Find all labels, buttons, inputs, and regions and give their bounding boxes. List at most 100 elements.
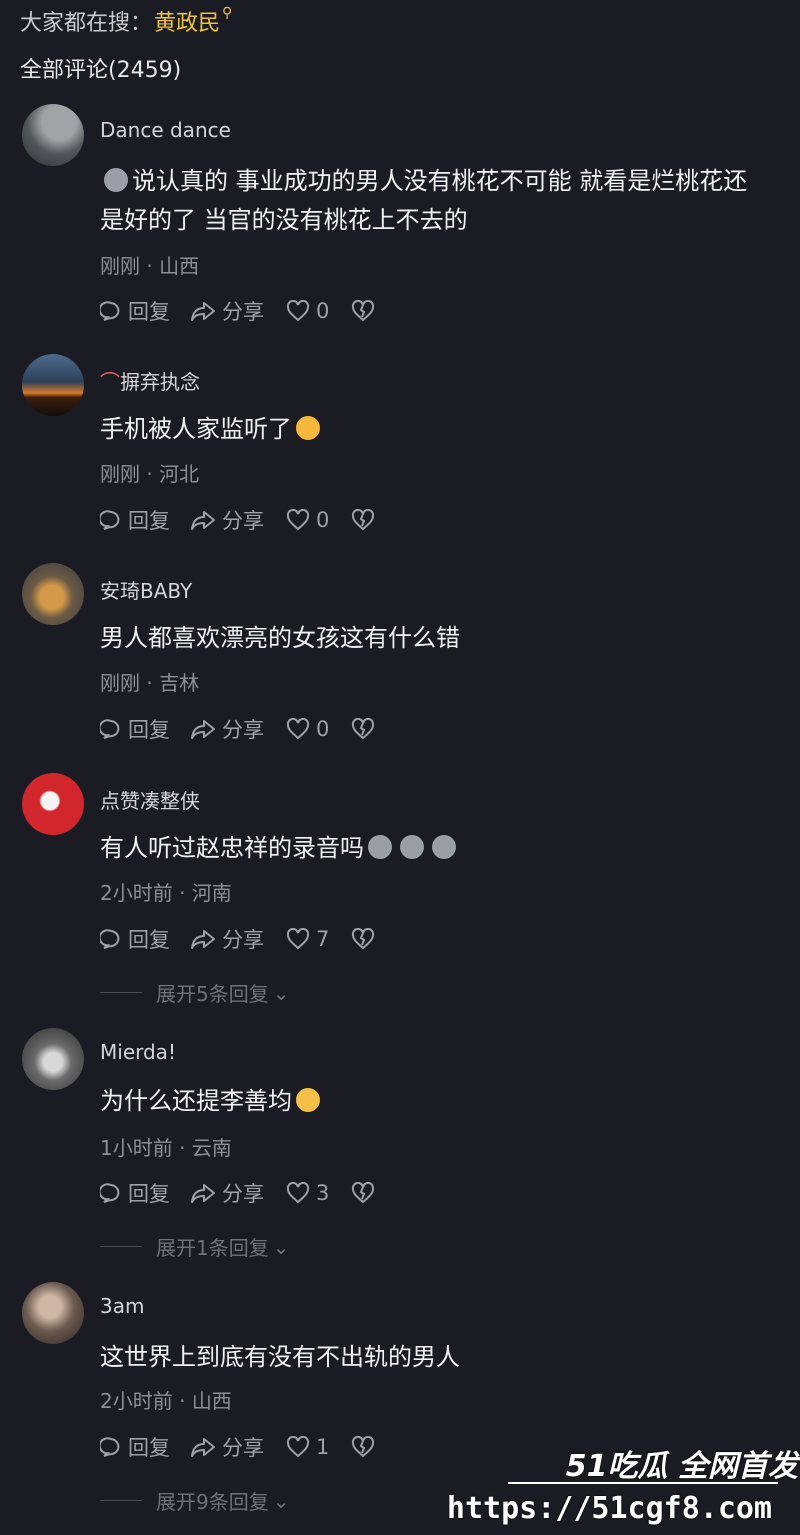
reply-button[interactable]: 回复 <box>100 714 170 744</box>
comment-text: 这世界上到底有没有不出轨的男人 <box>100 1343 460 1371</box>
share-label: 分享 <box>222 718 264 742</box>
expand-replies-button[interactable]: 展开5条回复 ⌄ <box>100 978 290 1007</box>
reply-button[interactable]: 回复 <box>100 1432 170 1462</box>
share-label: 分享 <box>222 928 264 952</box>
comment-actions: 回复 分享 0 <box>100 505 375 535</box>
comment-text: 手机被人家监听了 <box>100 410 800 448</box>
share-label: 分享 <box>222 300 264 324</box>
share-label: 分享 <box>222 509 264 533</box>
divider <box>100 1246 142 1247</box>
like-count: 0 <box>316 508 330 532</box>
dislike-button[interactable] <box>351 300 375 322</box>
comment-text-continued: 是好的了 当官的没有桃花上不去的 <box>100 206 468 234</box>
comment-time: 刚刚 <box>100 671 140 695</box>
reply-button[interactable]: 回复 <box>100 296 170 326</box>
share-button[interactable]: 分享 <box>190 924 264 954</box>
like-button[interactable]: 7 <box>286 927 329 951</box>
comment-username[interactable]: Dance dance <box>100 118 231 142</box>
reply-icon <box>100 1437 120 1457</box>
reply-button[interactable]: 回复 <box>100 505 170 535</box>
avatar[interactable] <box>22 773 84 835</box>
share-label: 分享 <box>222 1182 264 1206</box>
comment-region: 山西 <box>191 1389 232 1413</box>
like-button[interactable]: 0 <box>286 508 329 532</box>
avatar[interactable] <box>22 354 84 416</box>
reply-button[interactable]: 回复 <box>100 924 170 954</box>
reply-label: 回复 <box>128 509 170 533</box>
share-icon <box>191 1184 215 1203</box>
trending-search-term[interactable]: 黄政民 <box>154 5 220 37</box>
like-count: 3 <box>316 1181 330 1205</box>
comment-username[interactable]: 点赞凑整侠 <box>100 785 200 814</box>
like-button[interactable]: 0 <box>286 299 329 323</box>
comment-username[interactable]: 安琦BABY <box>100 575 192 604</box>
expand-replies-button[interactable]: 展开9条回复 ⌄ <box>100 1486 290 1515</box>
emoji-shy-icon <box>296 1088 320 1112</box>
comment-meta: 刚刚 · 河北 <box>100 462 200 486</box>
avatar[interactable] <box>22 104 84 166</box>
share-icon <box>191 1438 215 1457</box>
watermark-divider <box>508 1482 778 1484</box>
comment-region: 吉林 <box>159 671 200 695</box>
comment-region: 河南 <box>191 881 232 905</box>
share-button[interactable]: 分享 <box>190 1178 264 1208</box>
heart-icon <box>286 928 310 950</box>
like-count: 1 <box>316 1435 330 1459</box>
expand-replies-button[interactable]: 展开1条回复 ⌄ <box>100 1232 290 1261</box>
broken-heart-icon <box>352 509 375 531</box>
share-button[interactable]: 分享 <box>190 505 264 535</box>
like-count: 0 <box>316 299 330 323</box>
comments-count-header: 全部评论(2459) <box>20 58 182 83</box>
emoji-laugh-icon <box>296 416 320 440</box>
broken-heart-icon <box>352 1182 375 1204</box>
comment-username[interactable]: Mierda! <box>100 1040 176 1064</box>
share-button[interactable]: 分享 <box>190 296 264 326</box>
avatar[interactable] <box>22 1282 84 1344</box>
comment-text: 为什么还提李善均 <box>100 1082 800 1120</box>
chevron-down-icon: ⌄ <box>272 1234 290 1259</box>
emoji-face-icon <box>400 835 424 859</box>
comment-region: 山西 <box>159 254 200 278</box>
comment-actions: 回复 分享 1 <box>100 1432 375 1462</box>
comment-actions: 回复 分享 0 <box>100 296 375 326</box>
trending-search-bar[interactable]: 大家都在搜： 黄政民 ⚲ <box>20 4 232 38</box>
dislike-button[interactable] <box>351 928 375 950</box>
comment-meta: 1小时前 · 云南 <box>100 1136 232 1160</box>
comment-meta: 刚刚 · 吉林 <box>100 671 200 695</box>
comment-actions: 回复 分享 0 <box>100 714 375 744</box>
dislike-button[interactable] <box>351 509 375 531</box>
share-icon <box>191 511 215 530</box>
avatar[interactable] <box>22 1028 84 1090</box>
watermark: 51吃瓜 全网首发 https://51cgf8.com <box>447 1435 800 1535</box>
comment-time: 刚刚 <box>100 462 140 486</box>
share-button[interactable]: 分享 <box>190 1432 264 1462</box>
heart-icon <box>286 300 310 322</box>
like-button[interactable]: 1 <box>286 1435 329 1459</box>
chevron-down-icon: ⌄ <box>272 980 290 1005</box>
expand-replies-label: 展开9条回复 <box>156 1490 269 1514</box>
expand-replies-label: 展开1条回复 <box>156 1236 269 1260</box>
broken-heart-icon <box>352 928 375 950</box>
share-button[interactable]: 分享 <box>190 714 264 744</box>
emoji-face-icon <box>432 835 456 859</box>
dislike-button[interactable] <box>351 718 375 740</box>
divider <box>100 1500 142 1501</box>
like-button[interactable]: 0 <box>286 717 329 741</box>
reply-icon <box>100 510 120 530</box>
dislike-button[interactable] <box>351 1436 375 1458</box>
comment-actions: 回复 分享 3 <box>100 1178 375 1208</box>
comment-username[interactable]: ⌒摒弃执念 <box>100 366 200 395</box>
reply-label: 回复 <box>128 1436 170 1460</box>
comment-time: 1小时前 <box>100 1136 173 1160</box>
reply-label: 回复 <box>128 300 170 324</box>
reply-button[interactable]: 回复 <box>100 1178 170 1208</box>
comment-username[interactable]: 3am <box>100 1294 144 1318</box>
reply-icon <box>100 1183 120 1203</box>
heart-icon <box>286 1182 310 1204</box>
like-button[interactable]: 3 <box>286 1181 329 1205</box>
avatar[interactable] <box>22 563 84 625</box>
rainbow-icon: ⌒ <box>100 370 120 394</box>
dislike-button[interactable] <box>351 1182 375 1204</box>
reply-label: 回复 <box>128 718 170 742</box>
comment-time: 2小时前 <box>100 1389 173 1413</box>
